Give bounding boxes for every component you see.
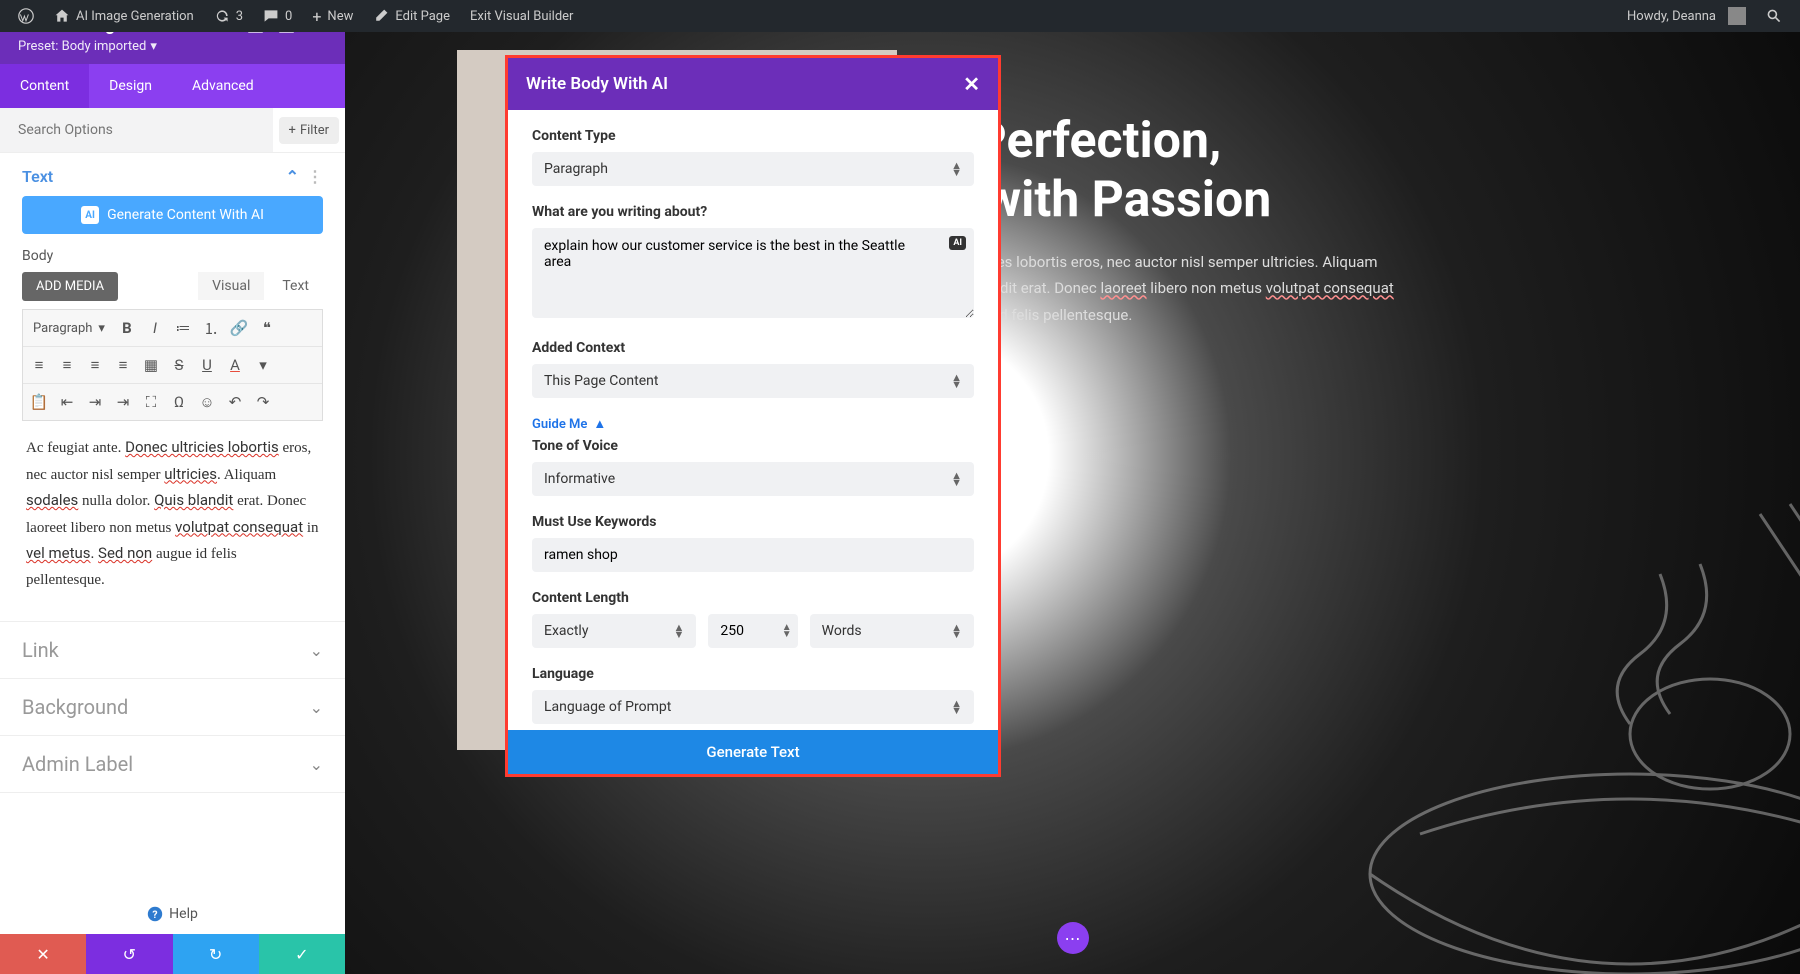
number-stepper-icon[interactable]: ▲▼ xyxy=(782,624,792,638)
align-right-icon[interactable]: ≡ xyxy=(81,351,109,379)
new-link[interactable]: +New xyxy=(302,0,363,32)
edit-page-link[interactable]: Edit Page xyxy=(363,0,460,32)
align-center-icon[interactable]: ≡ xyxy=(53,351,81,379)
language-select[interactable]: Language of Prompt▲▼ xyxy=(532,690,974,724)
length-unit-select[interactable]: Words▲▼ xyxy=(810,614,974,648)
more-tools-icon[interactable]: ▾ xyxy=(249,351,277,379)
content-type-select[interactable]: Paragraph▲▼ xyxy=(532,152,974,186)
about-textarea[interactable] xyxy=(532,228,974,318)
exit-vb-link[interactable]: Exit Visual Builder xyxy=(460,0,583,32)
section-menu-icon[interactable]: ⋮ xyxy=(307,167,323,186)
align-justify-icon[interactable]: ≡ xyxy=(109,351,137,379)
editor-body[interactable]: Ac feugiat ante. Donec ultricies loborti… xyxy=(22,421,323,607)
add-media-button[interactable]: ADD MEDIA xyxy=(22,272,118,301)
undo-button[interactable]: ↺ xyxy=(86,934,172,974)
language-label: Language xyxy=(532,666,974,682)
keywords-input[interactable] xyxy=(532,538,974,572)
search-icon[interactable] xyxy=(1756,0,1792,32)
account-link[interactable]: Howdy, Deanna xyxy=(1617,0,1756,32)
chevron-down-icon: ⌄ xyxy=(310,641,323,660)
context-select[interactable]: This Page Content▲▼ xyxy=(532,364,974,398)
chevron-up-icon: ⌃ xyxy=(286,167,299,186)
blockquote-icon[interactable]: ❝ xyxy=(253,314,281,342)
site-link[interactable]: AI Image Generation xyxy=(44,0,204,32)
outdent-icon[interactable]: ⇤ xyxy=(53,388,81,416)
generate-content-ai-button[interactable]: AIGenerate Content With AI xyxy=(22,196,323,234)
section-text[interactable]: Text⌃⋮ xyxy=(22,167,323,186)
preset-selector[interactable]: Preset: Body imported▾ xyxy=(18,39,327,54)
tab-content[interactable]: Content xyxy=(0,64,89,108)
bold-icon[interactable]: B xyxy=(113,314,141,342)
italic-icon[interactable]: I xyxy=(141,314,169,342)
ai-badge-icon: AI xyxy=(81,206,99,224)
text-settings-panel: Text Settings ▣ ◧ ⋮ Preset: Body importe… xyxy=(0,0,345,974)
body-label: Body xyxy=(22,248,323,264)
comments-link[interactable]: 0 xyxy=(253,0,302,32)
strikethrough-icon[interactable]: S xyxy=(165,351,193,379)
save-button[interactable]: ✓ xyxy=(259,934,345,974)
text-color-icon[interactable]: A xyxy=(221,351,249,379)
omega-icon[interactable]: Ω xyxy=(165,388,193,416)
indent-icon[interactable]: ⇥ xyxy=(81,388,109,416)
cancel-button[interactable]: ✕ xyxy=(0,934,86,974)
builder-fab-icon[interactable]: ⋯ xyxy=(1057,922,1089,954)
link-icon[interactable]: 🔗 xyxy=(225,314,253,342)
undo-icon[interactable]: ↶ xyxy=(221,388,249,416)
about-label: What are you writing about? xyxy=(532,204,974,220)
tab-design[interactable]: Design xyxy=(89,64,172,108)
filter-button[interactable]: +Filter xyxy=(279,117,339,144)
tone-select[interactable]: Informative▲▼ xyxy=(532,462,974,496)
table-icon[interactable]: ▦ xyxy=(137,351,165,379)
length-mode-select[interactable]: Exactly▲▼ xyxy=(532,614,696,648)
help-link[interactable]: ?Help xyxy=(0,894,345,934)
section-link[interactable]: Link⌄ xyxy=(0,622,345,679)
length-label: Content Length xyxy=(532,590,974,606)
section-admin-label[interactable]: Admin Label⌄ xyxy=(0,736,345,793)
paragraph-dropdown[interactable]: Paragraph▾ xyxy=(25,314,113,342)
ai-badge-icon[interactable]: AI xyxy=(949,236,966,250)
editor-tab-visual[interactable]: Visual xyxy=(198,272,264,300)
chevron-down-icon: ⌄ xyxy=(310,698,323,717)
svg-text:?: ? xyxy=(153,908,158,921)
tone-label: Tone of Voice xyxy=(532,438,974,454)
context-label: Added Context xyxy=(532,340,974,356)
paste-icon[interactable]: 📋 xyxy=(25,388,53,416)
wp-admin-bar: AI Image Generation 3 0 +New Edit Page E… xyxy=(0,0,1800,32)
write-body-ai-modal: Write Body With AI ✕ Content Type Paragr… xyxy=(505,55,1001,777)
editor-toolbar: Paragraph▾ B I ≔ ⒈ 🔗 ❝ ≡ ≡ ≡ ≡ ▦ S U A xyxy=(22,309,323,421)
indent2-icon[interactable]: ⇥ xyxy=(109,388,137,416)
search-input[interactable] xyxy=(0,108,273,152)
guide-me-toggle[interactable]: Guide Me▲ xyxy=(532,416,974,432)
redo-icon[interactable]: ↷ xyxy=(249,388,277,416)
avatar-icon xyxy=(1728,7,1746,25)
content-type-label: Content Type xyxy=(532,128,974,144)
keywords-label: Must Use Keywords xyxy=(532,514,974,530)
spellcheck-word: Donec ultricies lobortis xyxy=(125,438,279,456)
underline-icon[interactable]: U xyxy=(193,351,221,379)
emoji-icon[interactable]: ☺ xyxy=(193,388,221,416)
fullscreen-icon[interactable]: ⛶ xyxy=(137,388,165,416)
chevron-down-icon: ⌄ xyxy=(310,755,323,774)
modal-title: Write Body With AI xyxy=(526,74,668,94)
numbered-list-icon[interactable]: ⒈ xyxy=(197,314,225,342)
redo-button[interactable]: ↻ xyxy=(173,934,259,974)
ramen-illustration-icon xyxy=(1280,454,1800,974)
generate-text-button[interactable]: Generate Text xyxy=(508,730,998,774)
bullet-list-icon[interactable]: ≔ xyxy=(169,314,197,342)
editor-tab-text[interactable]: Text xyxy=(268,272,323,300)
updates-link[interactable]: 3 xyxy=(204,0,253,32)
tab-advanced[interactable]: Advanced xyxy=(172,64,274,108)
close-icon[interactable]: ✕ xyxy=(963,72,980,96)
section-background[interactable]: Background⌄ xyxy=(0,679,345,736)
align-left-icon[interactable]: ≡ xyxy=(25,351,53,379)
wp-logo-icon[interactable] xyxy=(8,0,44,32)
